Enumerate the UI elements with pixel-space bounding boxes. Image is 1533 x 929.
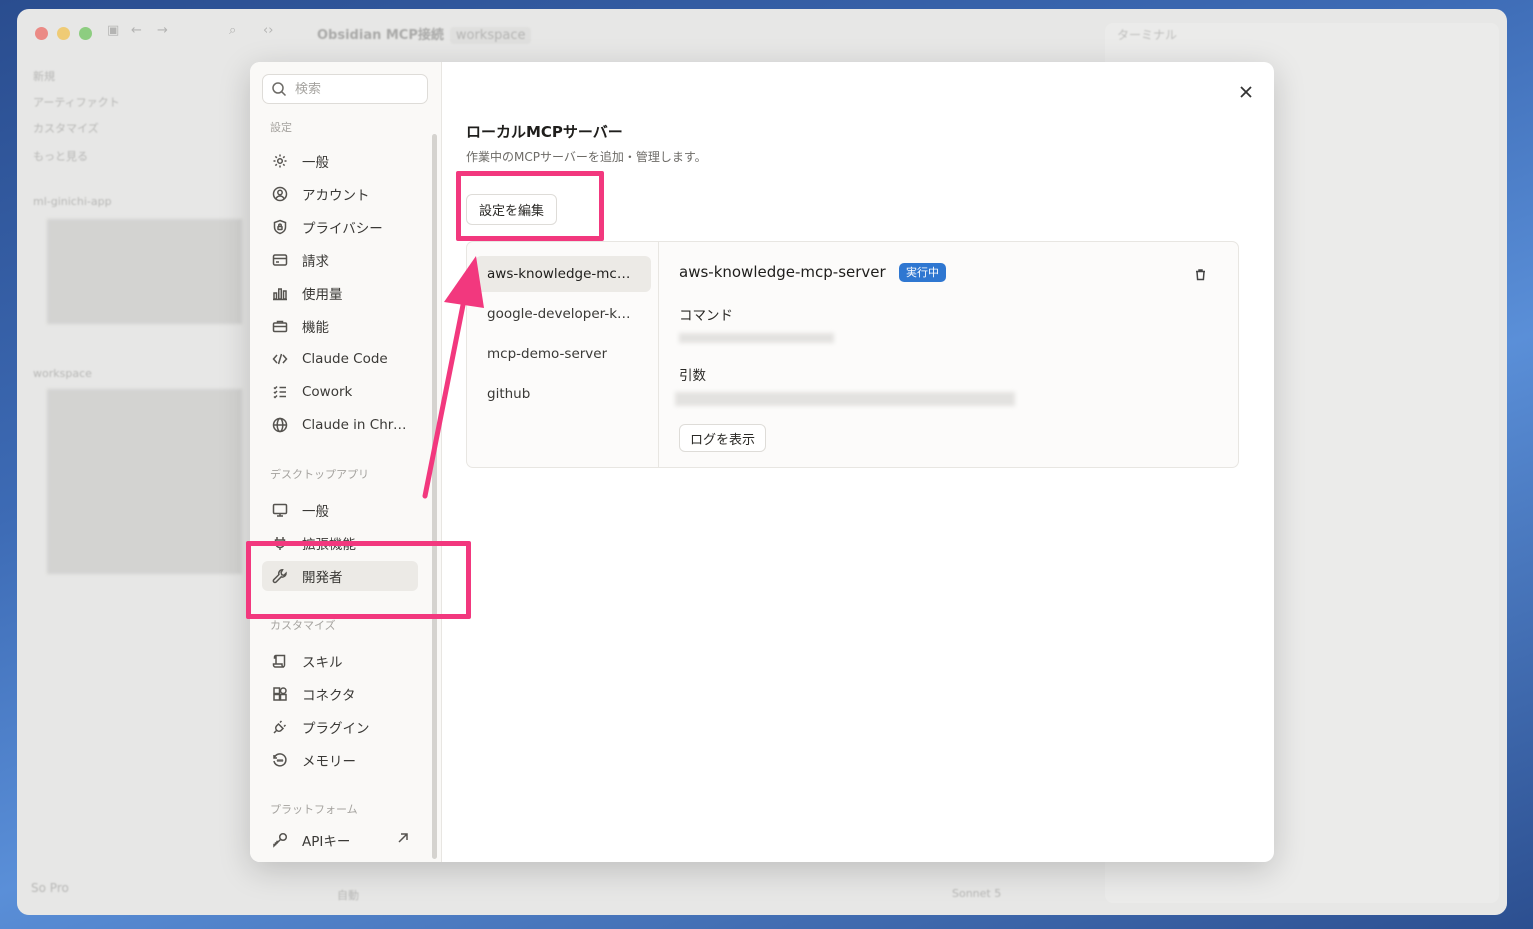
- mcp-server-detail: aws-knowledge-mcp-server 実行中 コマンド 引数 ログを…: [675, 242, 1238, 467]
- settings-modal: 設定 一般 アカウント プライバシー 請求 使用量 機能 Claude Code: [250, 62, 1274, 862]
- checklist-icon: [271, 383, 289, 401]
- section-label-settings: 設定: [270, 121, 292, 134]
- gear-icon: [271, 152, 289, 170]
- server-detail-name: aws-knowledge-mcp-server: [679, 263, 886, 281]
- nav-item-label: スキル: [302, 655, 343, 671]
- memory-history-icon: [271, 751, 289, 769]
- nav-item-label: プラグイン: [302, 721, 370, 737]
- mcp-server-list: aws-knowledge-mcp-server google-develope…: [467, 242, 659, 467]
- server-item-label: aws-knowledge-mcp-server: [487, 266, 637, 282]
- external-link-icon: [396, 831, 410, 849]
- nav-item-billing[interactable]: 請求: [262, 245, 418, 275]
- highlight-developer: [246, 541, 471, 619]
- args-value-redacted: [675, 392, 1015, 406]
- settings-sidebar: 設定 一般 アカウント プライバシー 請求 使用量 機能 Claude Code: [250, 62, 442, 862]
- nav-item-memory[interactable]: メモリー: [262, 745, 418, 775]
- key-icon: [271, 831, 289, 849]
- nav-item-label: Cowork: [302, 384, 353, 400]
- nav-item-privacy[interactable]: プライバシー: [262, 212, 418, 242]
- nav-item-account[interactable]: アカウント: [262, 179, 418, 209]
- nav-item-label: 一般: [302, 504, 329, 520]
- user-circle-icon: [271, 185, 289, 203]
- nav-item-skills[interactable]: スキル: [262, 646, 418, 676]
- nav-item-claude-in-chrome[interactable]: Claude in Chrome: [262, 410, 418, 440]
- server-item-label: mcp-demo-server: [487, 346, 608, 362]
- trash-icon: [1196, 269, 1205, 281]
- close-icon: [1240, 86, 1252, 98]
- section-label-desktop: デスクトップアプリ: [270, 468, 369, 481]
- nav-item-api-keys[interactable]: APIキー: [262, 825, 418, 855]
- code-brackets-icon: [271, 350, 289, 368]
- monitor-icon: [271, 501, 289, 519]
- nav-item-claude-code[interactable]: Claude Code: [262, 344, 418, 374]
- nav-item-cowork[interactable]: Cowork: [262, 377, 418, 407]
- nav-item-label: 請求: [302, 254, 329, 270]
- server-item-label: github: [487, 386, 531, 402]
- nav-item-label: プライバシー: [302, 221, 383, 237]
- delete-server-button[interactable]: [1194, 266, 1210, 282]
- server-item-label: google-developer-knowledge: [487, 306, 637, 322]
- nav-item-label: メモリー: [302, 754, 356, 770]
- view-logs-button[interactable]: ログを表示: [679, 424, 767, 452]
- nav-item-label: アカウント: [302, 188, 370, 204]
- nav-item-label: コネクタ: [302, 688, 356, 704]
- nav-item-usage[interactable]: 使用量: [262, 278, 418, 308]
- nav-item-label: Claude Code: [302, 351, 388, 367]
- page-title: ローカルMCPサーバー: [466, 123, 623, 141]
- nav-item-plugins[interactable]: プラグイン: [262, 712, 418, 742]
- connector-blocks-icon: [271, 685, 289, 703]
- server-item-mcp-demo[interactable]: mcp-demo-server: [475, 336, 651, 372]
- command-value-redacted: [679, 333, 834, 343]
- shield-lock-icon: [271, 218, 289, 236]
- toolbox-icon: [271, 317, 289, 335]
- server-item-aws-knowledge[interactable]: aws-knowledge-mcp-server: [475, 256, 651, 292]
- section-label-customize: カスタマイズ: [270, 619, 336, 632]
- server-item-github[interactable]: github: [475, 376, 651, 412]
- server-item-google-developer[interactable]: google-developer-knowledge: [475, 296, 651, 332]
- status-badge: 実行中: [899, 263, 946, 282]
- globe-icon: [271, 416, 289, 434]
- nav-item-features[interactable]: 機能: [262, 311, 418, 341]
- settings-search-input[interactable]: [295, 81, 415, 97]
- sidebar-scrollbar[interactable]: [432, 134, 437, 859]
- nav-item-general[interactable]: 一般: [262, 146, 418, 176]
- scroll-icon: [271, 652, 289, 670]
- nav-item-desktop-general[interactable]: 一般: [262, 495, 418, 525]
- page-description: 作業中のMCPサーバーを追加・管理します。: [466, 150, 707, 164]
- close-button[interactable]: [1234, 80, 1258, 104]
- nav-item-label: APIキー: [302, 834, 351, 850]
- search-icon: [272, 82, 287, 97]
- credit-card-icon: [271, 251, 289, 269]
- highlight-edit-config: [456, 171, 604, 241]
- plugin-plug-icon: [271, 718, 289, 736]
- nav-item-label: 使用量: [302, 287, 343, 303]
- command-label: コマンド: [679, 308, 733, 324]
- nav-item-connectors[interactable]: コネクタ: [262, 679, 418, 709]
- mcp-server-panel: aws-knowledge-mcp-server google-develope…: [466, 241, 1239, 468]
- nav-item-label: 一般: [302, 155, 329, 171]
- args-label: 引数: [679, 368, 706, 384]
- nav-item-label: Claude in Chrome: [302, 417, 412, 433]
- settings-search-box[interactable]: [262, 74, 428, 104]
- section-label-platform: プラットフォーム: [270, 803, 358, 816]
- nav-item-label: 機能: [302, 320, 329, 336]
- bar-chart-icon: [271, 284, 289, 302]
